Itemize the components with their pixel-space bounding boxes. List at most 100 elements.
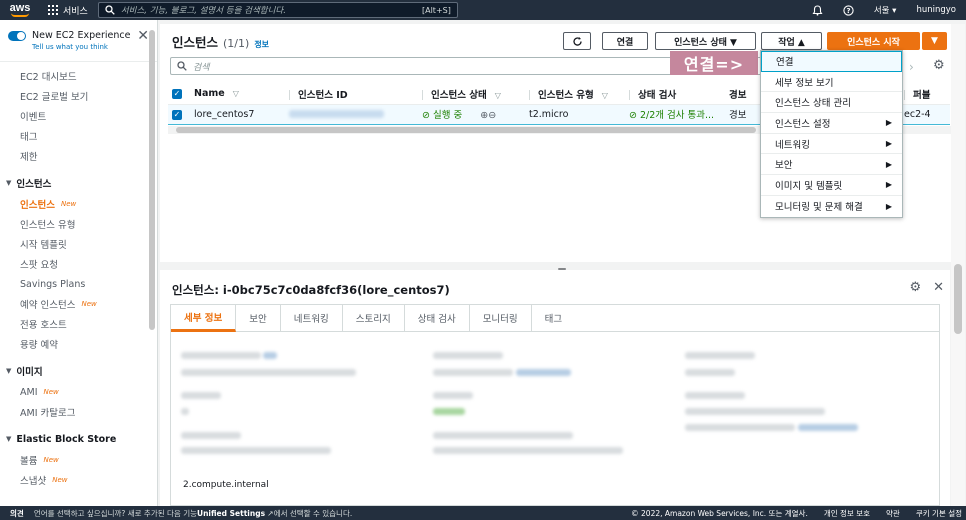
connect-button[interactable]: 연결 [602, 32, 648, 50]
new-experience-toggle[interactable] [8, 31, 26, 41]
column-header-name[interactable]: Name ▽ [190, 84, 285, 105]
column-header-status-check[interactable]: 상태 검사 [625, 84, 725, 105]
close-icon[interactable]: ✕ [137, 29, 149, 43]
sidebar-item[interactable]: 용량 예약 [0, 334, 157, 354]
scrollbar-thumb[interactable] [176, 127, 756, 133]
menu-item[interactable]: 모니터링 및 문제 해결 ▶ [761, 196, 902, 217]
detail-tab[interactable]: 태그 [532, 304, 575, 332]
cookie-preferences-link[interactable]: 쿠키 기본 설정 [916, 508, 962, 519]
sidebar-item[interactable]: EC2 대시보드 [0, 66, 157, 86]
global-search-input[interactable]: 서비스, 기능, 블로그, 설명서 등을 검색합니다. [Alt+S] [97, 2, 458, 18]
info-link[interactable]: 정보 [254, 39, 269, 50]
sidebar-scrollbar[interactable] [149, 30, 155, 330]
feedback-link[interactable]: Tell us what you think [32, 43, 130, 51]
cell-public-dns: ec2-4 [900, 103, 950, 125]
column-header-instance-id[interactable]: 인스턴스 ID [285, 84, 418, 105]
column-header-instance-state[interactable]: 인스턴스 상태 ▽ [418, 84, 525, 105]
notifications-bell[interactable] [802, 0, 833, 20]
sidebar-item[interactable]: 스냅샷 New [0, 470, 157, 490]
filter-placeholder: 검색 [193, 62, 210, 73]
scrollbar-thumb[interactable] [954, 264, 962, 334]
internal-dns-value: 2.compute.internal [183, 480, 269, 490]
sidebar-item[interactable]: 인스턴스 New [0, 194, 157, 214]
sidebar-item[interactable]: 시작 템플릿 [0, 234, 157, 254]
search-icon [105, 5, 115, 15]
sidebar-item[interactable]: 태그 [0, 126, 157, 146]
menu-item[interactable]: 인스턴스 설정 ▶ [761, 113, 902, 134]
launch-dropdown-button[interactable]: ▼ [922, 32, 947, 50]
menu-item[interactable]: 이미지 및 템플릿 ▶ [761, 175, 902, 196]
sidebar-item[interactable]: 제한 [0, 146, 157, 166]
sidebar-item[interactable]: 예약 인스턴스 New [0, 294, 157, 314]
close-icon[interactable]: ✕ [933, 280, 944, 295]
column-header-instance-type[interactable]: 인스턴스 유형 ▽ [525, 84, 625, 105]
language-message: 언어를 선택하고 싶으십니까? 새로 추가된 다음 기능Unified Sett… [34, 508, 352, 519]
gear-icon[interactable]: ⚙ [933, 58, 945, 73]
sidebar-item[interactable]: 이벤트 [0, 106, 157, 126]
gear-icon[interactable]: ⚙ [909, 280, 921, 295]
sidebar-item-label: 인스턴스 유형 [20, 220, 76, 231]
detail-tab[interactable]: 상태 검사 [405, 304, 470, 332]
column-header-public[interactable]: 퍼블 [900, 84, 950, 105]
detail-tab[interactable]: 네트워킹 [281, 304, 343, 332]
redacted-text [181, 447, 331, 454]
sidebar-item-label: 예약 인스턴스 [20, 300, 76, 311]
privacy-link[interactable]: 개인 정보 보호 [824, 508, 870, 519]
cell-instance-id[interactable] [285, 103, 418, 125]
menu-item[interactable]: 연결 [761, 51, 902, 72]
submenu-arrow-icon: ▶ [885, 159, 892, 169]
redacted-text [685, 369, 735, 376]
detail-tab[interactable]: 보안 [236, 304, 281, 332]
redacted-text [433, 447, 623, 454]
sidebar-item-label: Savings Plans [20, 278, 86, 290]
caret-down-icon: ▼ [6, 435, 12, 443]
sidebar-section-header[interactable]: ▼ Elastic Block Store [0, 428, 157, 450]
next-page-icon[interactable]: › [909, 60, 914, 74]
row-checkbox[interactable]: ✓ [168, 103, 190, 125]
sidebar-item[interactable]: 볼륨 New [0, 450, 157, 470]
menu-item[interactable]: 네트워킹 ▶ [761, 134, 902, 155]
instance-state-button[interactable]: 인스턴스 상태 ▼ [655, 32, 756, 50]
account-menu[interactable]: huningyo [906, 0, 966, 20]
actions-button[interactable]: 작업 ▲ [761, 32, 822, 50]
redacted-text [433, 408, 465, 415]
detail-title: 인스턴스: i-0bc75c7c0da8fcf36(lore_centos7) [172, 283, 450, 297]
sidebar-item[interactable]: 스팟 요청 [0, 254, 157, 274]
menu-item[interactable]: 보안 ▶ [761, 154, 902, 176]
detail-tab[interactable]: 모니터링 [470, 304, 532, 332]
state-running-label: ⊘ 실행 중 [422, 110, 463, 121]
sidebar-item[interactable]: AMI 카탈로그 [0, 402, 157, 422]
select-all-checkbox[interactable]: ✓ [168, 84, 190, 105]
refresh-button[interactable] [563, 32, 591, 50]
region-selector[interactable]: 서울 ▾ [864, 0, 907, 20]
services-menu-button[interactable]: 서비스 [40, 0, 96, 20]
annotation-label: 연결=> [670, 51, 758, 75]
zoom-icons[interactable]: ⊕⊖ [480, 110, 496, 121]
sidebar-item[interactable]: 전용 호스트 [0, 314, 157, 334]
sidebar-nav: EC2 대시보드 EC2 글로벌 보기 이벤트 태그 제한 ▼ 인스턴스 인스턴스 New 인스턴… [0, 62, 157, 490]
feedback-link[interactable]: 의견 [0, 508, 34, 519]
detail-tab[interactable]: 스토리지 [343, 304, 405, 332]
sidebar-section-header[interactable]: ▼ 인스턴스 [0, 172, 157, 194]
unified-settings-link[interactable]: Unified Settings [197, 509, 265, 518]
help-button[interactable]: ? [833, 0, 864, 20]
sidebar-item[interactable]: 인스턴스 유형 [0, 214, 157, 234]
redacted-text [181, 369, 356, 376]
sidebar-item[interactable]: Savings Plans [0, 274, 157, 294]
aws-logo[interactable]: aws [0, 0, 40, 20]
sidebar-item[interactable]: EC2 글로벌 보기 [0, 86, 157, 106]
main-content: 인스턴스 (1/1) 정보 연결 인스턴스 상태 ▼ 작업 ▲ 인스턴스 시작 … [160, 20, 966, 506]
page-scrollbar[interactable] [951, 24, 965, 506]
sort-icon: ▽ [494, 90, 501, 100]
launch-instances-button[interactable]: 인스턴스 시작 [827, 32, 920, 50]
sidebar-section-header[interactable]: ▼ 이미지 [0, 360, 157, 382]
menu-item[interactable]: 인스턴스 상태 관리 [761, 92, 902, 114]
sidebar-item-label: 스팟 요청 [20, 260, 58, 271]
new-badge: New [81, 300, 97, 308]
detail-tab[interactable]: 세부 정보 [171, 304, 237, 332]
sidebar-item[interactable]: AMI New [0, 382, 157, 402]
menu-item[interactable]: 세부 정보 보기 [761, 72, 902, 93]
sidebar-item-label: 전용 호스트 [20, 320, 67, 331]
redacted-text [181, 408, 189, 415]
terms-link[interactable]: 약관 [886, 508, 900, 519]
